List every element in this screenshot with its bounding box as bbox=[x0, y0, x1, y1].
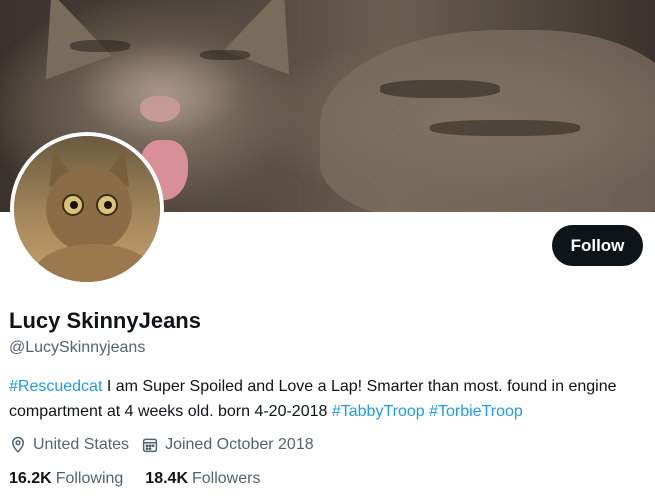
followers-link[interactable]: 18.4K Followers bbox=[145, 470, 260, 488]
profile-avatar[interactable] bbox=[10, 132, 164, 286]
hashtag-link-tabbytroop[interactable]: #TabbyTroop bbox=[332, 403, 425, 420]
followers-count: 18.4K bbox=[145, 470, 188, 487]
banner-cat-ear-right bbox=[223, 0, 317, 75]
banner-cat-nose bbox=[140, 96, 180, 122]
following-label: Following bbox=[55, 470, 124, 487]
calendar-icon bbox=[142, 438, 158, 453]
joined-text: Joined October 2018 bbox=[165, 436, 314, 453]
banner-stripe bbox=[430, 120, 580, 136]
profile-meta: United States Joined October 2018 bbox=[9, 436, 326, 454]
follow-button[interactable]: Follow bbox=[552, 225, 643, 266]
avatar-eye-right bbox=[96, 194, 118, 216]
banner-stripe bbox=[380, 80, 500, 98]
display-name: Lucy SkinnyJeans bbox=[9, 308, 201, 333]
following-count: 16.2K bbox=[9, 470, 52, 487]
hashtag-link-torbietroop[interactable]: #TorbieTroop bbox=[429, 403, 523, 420]
avatar-eye-left bbox=[62, 194, 84, 216]
banner-stripe bbox=[70, 40, 130, 52]
avatar-cat-face bbox=[46, 166, 132, 252]
location-item: United States bbox=[9, 436, 129, 454]
profile-bio: #Rescuedcat I am Super Spoiled and Love … bbox=[9, 374, 649, 424]
followers-label: Followers bbox=[192, 470, 261, 487]
location-text: United States bbox=[33, 436, 130, 453]
hashtag-link-rescuedcat[interactable]: #Rescuedcat bbox=[9, 378, 102, 395]
profile-stats: 16.2K Following 18.4K Followers bbox=[9, 470, 282, 488]
user-handle: @LucySkinnyjeans bbox=[9, 339, 146, 356]
location-pin-icon bbox=[11, 436, 25, 453]
banner-stripe bbox=[200, 50, 250, 60]
joined-item: Joined October 2018 bbox=[141, 436, 314, 454]
following-link[interactable]: 16.2K Following bbox=[9, 470, 123, 488]
